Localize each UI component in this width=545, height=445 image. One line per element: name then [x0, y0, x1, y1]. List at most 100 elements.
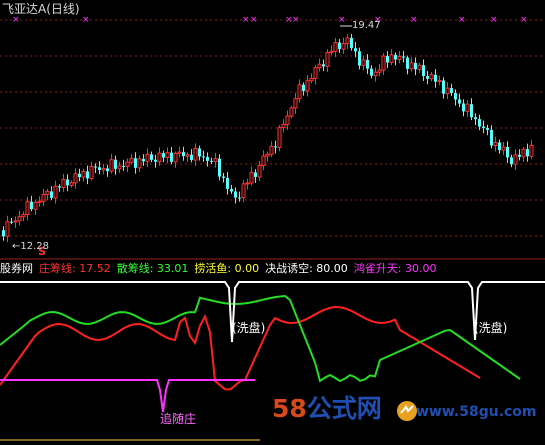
candle-body — [429, 74, 434, 80]
candle-body — [305, 80, 310, 92]
candle-body — [373, 71, 378, 77]
candle-body — [41, 193, 46, 202]
chart-period: (日线) — [46, 2, 80, 16]
stock-name: 飞亚达A — [2, 2, 47, 16]
candle-body — [526, 149, 529, 157]
candle-body — [389, 54, 394, 64]
candle-body — [493, 142, 498, 147]
indicator-value-0: 庄筹线: 17.52 — [39, 262, 111, 275]
candle-body — [462, 103, 465, 112]
candle-body — [422, 65, 425, 77]
signal-marker: × — [242, 15, 250, 25]
candle-body — [257, 164, 262, 178]
candle-body — [101, 167, 106, 171]
candle-body — [45, 190, 50, 195]
candle-body — [454, 93, 457, 100]
candle-body — [61, 179, 66, 188]
low-price-label: ←12.28 — [12, 241, 50, 252]
candle-body — [442, 80, 445, 94]
candle-body — [381, 55, 386, 71]
candle-body — [150, 154, 153, 160]
high-price-label: 19.47 — [352, 20, 381, 31]
candle-body — [478, 119, 481, 127]
candle-body — [245, 182, 250, 185]
candle-body — [366, 59, 369, 69]
candle-body — [386, 56, 389, 63]
signal-marker: × — [250, 15, 258, 25]
signal-marker: × — [12, 15, 20, 25]
candle-body — [269, 145, 274, 155]
candle-body — [86, 171, 89, 179]
candle-body — [145, 153, 150, 162]
signal-marker: × — [520, 15, 528, 25]
candle-body — [529, 144, 534, 157]
candle-body — [470, 104, 473, 118]
candle-body — [5, 221, 10, 237]
indicator-value-3: 决战诱空: 80.00 — [265, 262, 348, 275]
candle-body — [69, 182, 74, 186]
candle-body — [17, 216, 22, 222]
price-grid — [0, 19, 545, 237]
candle-body — [66, 179, 69, 186]
candle-body — [241, 183, 246, 199]
candle-body — [482, 126, 485, 129]
candle-body — [350, 37, 353, 49]
candle-body — [234, 191, 237, 198]
candle-body — [114, 159, 117, 169]
candle-body — [313, 67, 318, 79]
candle-body — [333, 42, 338, 52]
candle-body — [370, 68, 373, 76]
candle-body — [329, 50, 334, 54]
candle-body — [238, 197, 241, 199]
candle-body — [345, 37, 350, 45]
candle-body — [25, 201, 30, 216]
candle-body — [50, 191, 53, 198]
candle-body — [33, 201, 38, 210]
stock-chart-canvas[interactable]: × × × × × × × × × × × × S — [0, 0, 545, 445]
candle-body — [474, 117, 477, 120]
candle-body — [397, 55, 402, 60]
candle-body — [170, 152, 173, 162]
candle-body — [297, 84, 302, 100]
candle-body — [89, 166, 94, 179]
candle-body — [486, 128, 489, 130]
candle-body — [81, 170, 86, 178]
candle-body — [218, 158, 221, 177]
candle-body — [354, 48, 357, 52]
candle-body — [109, 159, 114, 172]
signal-marker: × — [490, 15, 498, 25]
candle-body — [198, 148, 201, 157]
candle-body — [501, 146, 506, 151]
candle-body — [254, 172, 257, 177]
candle-body — [73, 173, 78, 184]
candle-body — [506, 146, 509, 158]
candle-body — [518, 154, 521, 157]
signal-marker: × — [338, 15, 346, 25]
candle-body — [2, 230, 5, 237]
candle-body — [37, 200, 42, 203]
candle-body — [498, 142, 501, 151]
candle-body — [302, 84, 305, 91]
candle-body — [177, 151, 182, 154]
candle-body — [122, 165, 125, 167]
candle-body — [317, 63, 322, 69]
candle-body — [394, 54, 397, 60]
candle-body — [325, 52, 330, 67]
candle-body — [341, 43, 346, 50]
candle-body — [249, 171, 254, 184]
candle-body — [261, 155, 266, 166]
candle-body — [21, 214, 26, 218]
candle-body — [434, 74, 437, 82]
candle-body — [190, 154, 193, 161]
candle-body — [222, 176, 225, 178]
candle-body — [210, 160, 213, 162]
candle-body — [94, 166, 97, 168]
candle-body — [182, 152, 185, 157]
watermark-brand: 58公式网 — [272, 396, 382, 421]
candle-body — [426, 76, 429, 79]
san-line — [0, 295, 521, 383]
candle-body — [117, 165, 122, 170]
candle-body — [361, 59, 366, 67]
candle-body — [154, 159, 157, 162]
candle-body — [162, 153, 165, 158]
